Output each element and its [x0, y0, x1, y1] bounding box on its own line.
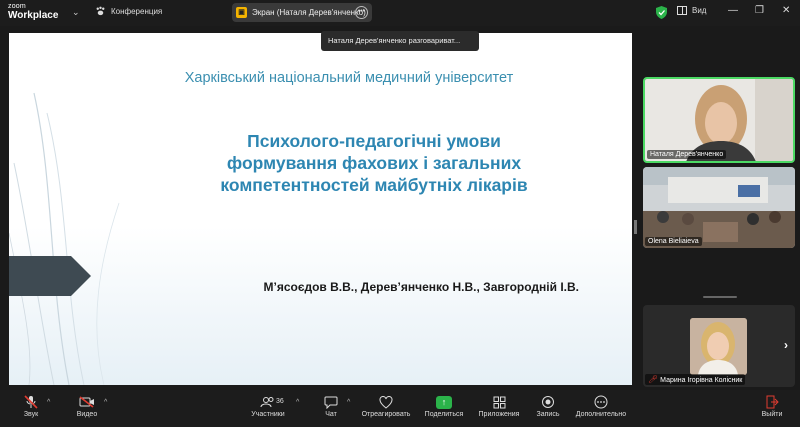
audio-button[interactable]: Звук — [16, 393, 46, 418]
view-button[interactable]: Вид — [677, 6, 706, 15]
logo-line2: Workplace — [8, 10, 59, 21]
conference-label: Конференция — [111, 7, 163, 16]
react-button[interactable]: Отреагировать — [360, 393, 412, 418]
participant-name-text: Марина Ігорівна Колісник — [660, 377, 743, 384]
slide-title-line3: компетентностей майбутніх лікарів — [220, 175, 528, 195]
share-screen-icon: ↑ — [436, 395, 452, 409]
audio-options-caret[interactable]: ^ — [47, 399, 50, 406]
speaking-tooltip: Наталя Дерев'янченко разговариват... — [321, 31, 479, 51]
heart-icon — [379, 395, 393, 409]
mic-muted-icon — [24, 395, 38, 409]
title-bar: zoom Workplace ⌄ Конференция ▣ Экран (На… — [0, 0, 800, 26]
apps-icon — [493, 396, 505, 408]
shared-screen-slide: Харківський національний медичний універ… — [9, 33, 632, 385]
slide-title-line1: Психолого-педагогічні умови — [247, 131, 501, 151]
participants-button[interactable]: Участники — [248, 393, 288, 418]
slide-title: Психолого-педагогічні умови формування ф… — [139, 130, 609, 196]
video-tile-active-speaker[interactable]: Наталя Дерев'янченко — [643, 77, 795, 163]
close-icon[interactable]: ✕ — [782, 5, 790, 16]
minimize-icon[interactable]: — — [728, 5, 738, 16]
share-button[interactable]: ↑ Поделиться — [422, 393, 466, 418]
chevron-down-icon[interactable]: ⌄ — [72, 7, 80, 18]
participants-icon — [260, 397, 274, 408]
participants-count: 36 — [276, 398, 284, 405]
share-label-toolbar: Поделиться — [424, 411, 464, 418]
participant-video — [643, 167, 795, 248]
participant-name: 🎤︎ Марина Ігорівна Колісник — [645, 374, 746, 385]
logo-line1: zoom — [8, 3, 26, 10]
more-options-icon[interactable]: ••• — [355, 6, 368, 19]
view-grid-icon — [677, 6, 687, 15]
apps-button[interactable]: Приложения — [476, 393, 522, 418]
chat-options-caret[interactable]: ^ — [347, 399, 350, 406]
share-label: Экран (Наталя Дерев'янченко) — [252, 8, 366, 17]
leave-icon — [766, 395, 779, 409]
more-label: Дополнительно — [575, 411, 627, 418]
leave-label: Выйти — [761, 411, 783, 418]
slide-title-line2: формування фахових і загальних — [226, 153, 522, 173]
zoom-window: zoom Workplace ⌄ Конференция ▣ Экран (На… — [0, 0, 800, 427]
zoom-logo: zoom Workplace — [8, 3, 60, 21]
video-options-caret[interactable]: ^ — [104, 399, 107, 406]
shield-icon[interactable] — [656, 6, 667, 19]
participant-name: Olena Bieliaieva — [645, 237, 702, 246]
screen-share-icon: ▣ — [236, 7, 247, 18]
meeting-toolbar: Звук ^ Видео ^ Участники 36 ^ Чат ^ Отре… — [0, 390, 800, 427]
slide-authors: М’ясоєдов В.В., Дерев’янченко Н.В., Завг… — [263, 280, 579, 294]
slide-arrow-shape — [9, 256, 91, 296]
audio-label: Звук — [23, 411, 39, 418]
participants-options-caret[interactable]: ^ — [296, 399, 299, 406]
participant-name: Наталя Дерев'янченко — [647, 150, 727, 159]
video-tile[interactable]: 🎤︎ Марина Ігорівна Колісник — [643, 305, 795, 387]
conference-button[interactable]: Конференция — [95, 6, 162, 17]
apps-label: Приложения — [478, 411, 520, 418]
panel-drag-bar[interactable] — [703, 296, 737, 298]
react-label: Отреагировать — [361, 411, 411, 418]
video-label: Видео — [76, 411, 98, 418]
mic-muted-icon: 🎤︎ — [648, 375, 659, 384]
view-label: Вид — [692, 6, 707, 15]
chat-icon — [324, 396, 338, 409]
screen-share-indicator[interactable]: ▣ Экран (Наталя Дерев'янченко) ••• — [232, 3, 372, 22]
more-icon — [594, 395, 608, 409]
participants-label: Участники — [251, 411, 285, 418]
record-label: Запись — [536, 411, 560, 418]
paw-icon — [96, 6, 105, 16]
more-button[interactable]: Дополнительно — [574, 393, 628, 418]
chat-button[interactable]: Чат — [318, 393, 344, 418]
chat-label: Чат — [325, 411, 337, 418]
leave-button[interactable]: Выйти — [758, 393, 786, 418]
video-tile[interactable]: Olena Bieliaieva — [643, 167, 795, 248]
participant-photo — [690, 318, 747, 375]
video-off-icon — [79, 396, 94, 408]
resize-handle[interactable] — [634, 220, 637, 234]
next-page-icon[interactable]: › — [784, 338, 788, 352]
restore-icon[interactable]: ❐ — [755, 5, 764, 16]
video-button[interactable]: Видео — [72, 393, 102, 418]
record-icon — [542, 396, 554, 408]
record-button[interactable]: Запись — [534, 393, 562, 418]
slide-university: Харківський національний медичний універ… — [184, 70, 514, 86]
